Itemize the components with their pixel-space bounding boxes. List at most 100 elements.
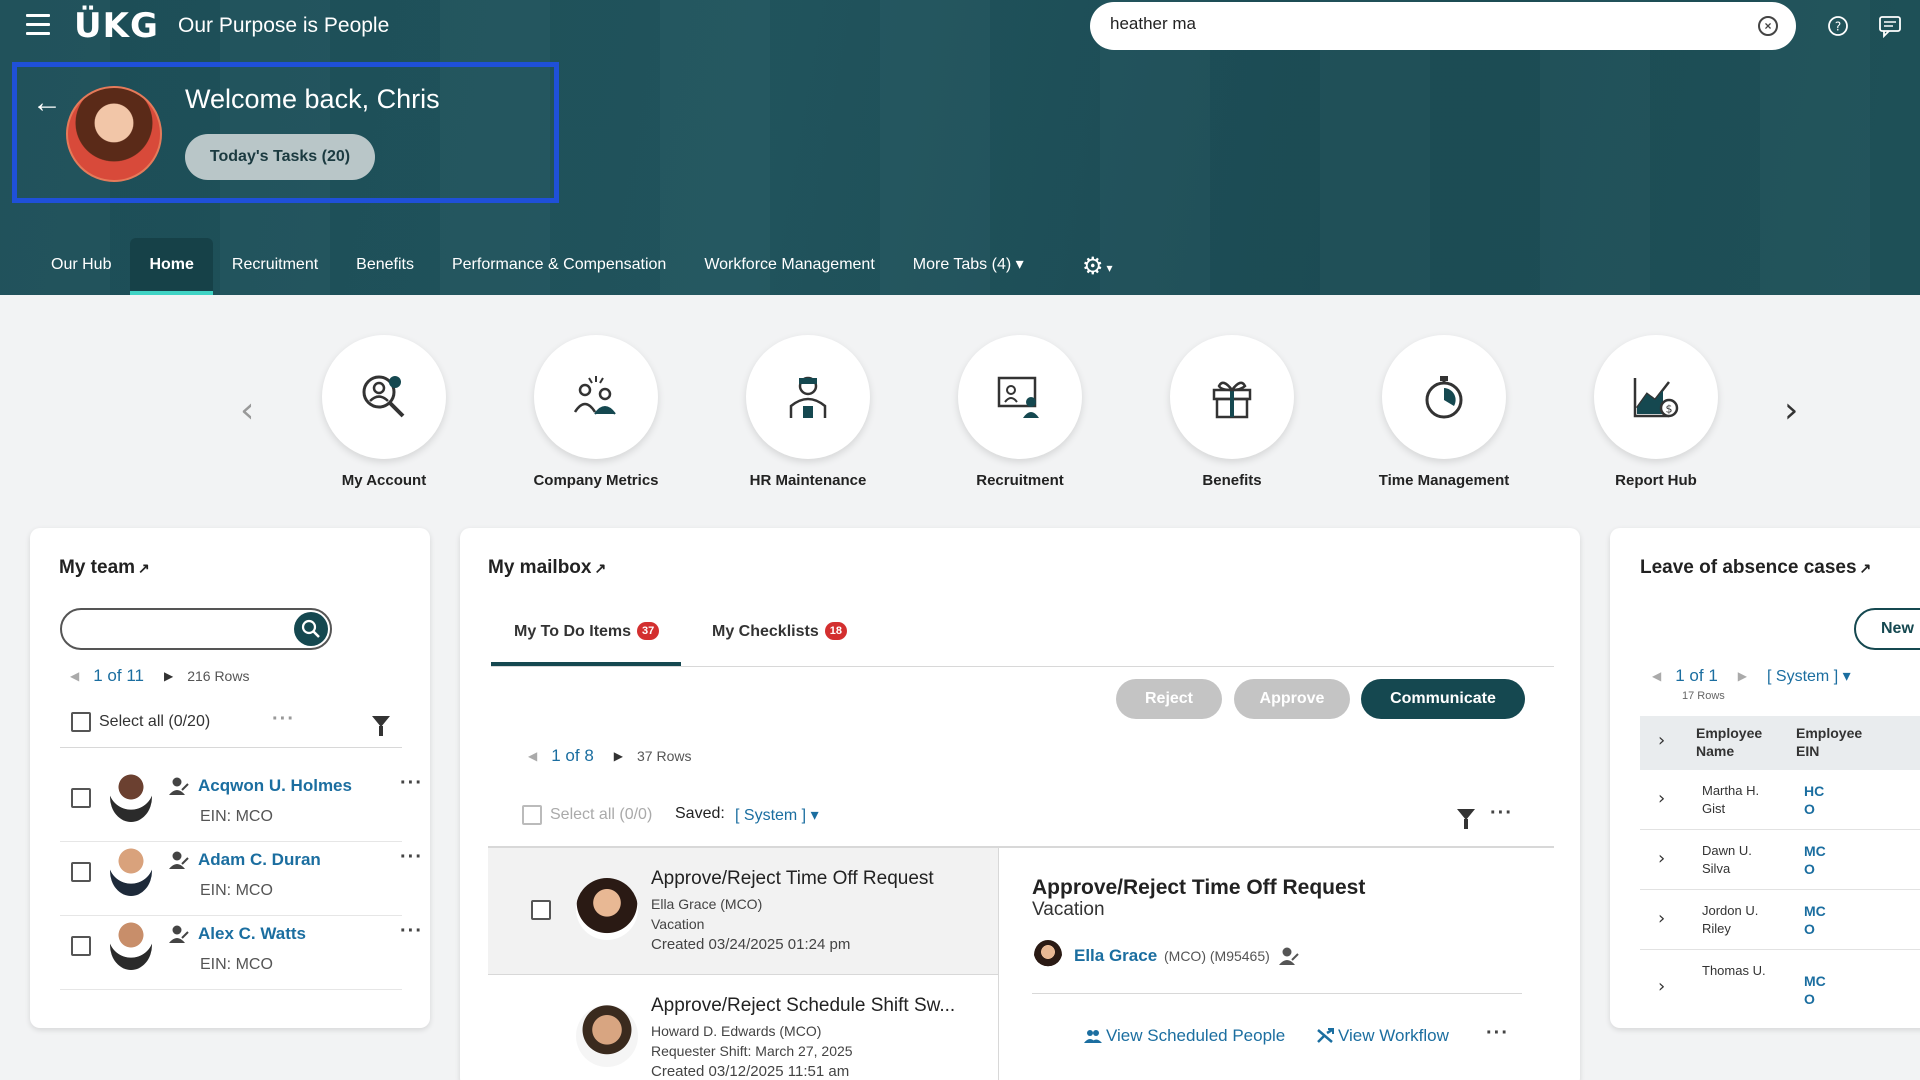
clear-search-icon[interactable]: × — [1758, 16, 1778, 36]
team-page-indicator[interactable]: 1 of 11 — [93, 666, 144, 686]
leave-page-indicator[interactable]: 1 of 1 — [1675, 666, 1718, 686]
back-arrow-icon[interactable]: ← — [32, 86, 62, 120]
tab-more-tabs[interactable]: More Tabs (4) ▾ — [894, 238, 1043, 295]
item-shift: Requester Shift: March 27, 2025 — [651, 1043, 853, 1059]
chat-icon[interactable] — [1878, 14, 1904, 43]
new-case-button[interactable]: New — [1854, 608, 1920, 650]
tab-workforce-management[interactable]: Workforce Management — [685, 238, 893, 295]
expand-row-icon[interactable]: › — [1658, 976, 1665, 997]
row-checkbox[interactable] — [71, 862, 91, 882]
row-employee-ein[interactable]: HC O — [1804, 782, 1830, 818]
hr-maintenance-icon — [781, 370, 835, 424]
next-page-icon[interactable]: ▶ — [614, 749, 623, 763]
quick-link-company-metrics[interactable]: Company Metrics — [534, 335, 658, 489]
row-employee-ein[interactable]: MC O — [1804, 902, 1830, 938]
tab-my-checklists[interactable]: My Checklists18 — [712, 622, 847, 641]
row-employee-name: Thomas U. — [1702, 962, 1772, 980]
item-title: Approve/Reject Schedule Shift Sw... — [651, 995, 955, 1017]
quick-link-my-account[interactable]: My Account — [322, 335, 446, 489]
tab-benefits[interactable]: Benefits — [337, 238, 433, 295]
settings-gear-icon[interactable]: ⚙▾ — [1082, 252, 1113, 281]
person-profile-icon[interactable] — [168, 924, 190, 944]
todays-tasks-button[interactable]: Today's Tasks (20) — [185, 134, 375, 180]
mailbox-item[interactable]: Approve/Reject Schedule Shift Sw... Howa… — [488, 975, 998, 1080]
member-more-icon[interactable]: ··· — [400, 772, 423, 795]
person-profile-icon[interactable] — [168, 776, 190, 796]
quick-link-report-hub[interactable]: $ Report Hub — [1594, 335, 1718, 489]
expand-row-icon[interactable]: › — [1658, 788, 1665, 809]
team-search-field[interactable] — [60, 608, 332, 650]
tab-our-hub[interactable]: Our Hub — [32, 238, 130, 295]
person-profile-icon[interactable] — [1278, 946, 1300, 966]
row-checkbox[interactable] — [71, 936, 91, 956]
quick-link-label: HR Maintenance — [716, 472, 900, 489]
hamburger-menu-icon[interactable] — [26, 14, 50, 36]
quick-link-time-management[interactable]: Time Management — [1382, 335, 1506, 489]
member-more-icon[interactable]: ··· — [400, 920, 423, 943]
mailbox-more-actions-icon[interactable]: ··· — [1490, 802, 1513, 825]
quick-links-prev-icon[interactable]: ‹ — [240, 390, 254, 431]
team-filter-icon[interactable] — [372, 716, 390, 727]
mailbox-filter-icon[interactable] — [1457, 809, 1475, 820]
quick-link-recruitment[interactable]: Recruitment — [958, 335, 1082, 489]
expand-row-icon[interactable]: › — [1658, 848, 1665, 869]
row-checkbox[interactable] — [531, 900, 551, 920]
col-employee-name[interactable]: Employee Name — [1696, 724, 1766, 760]
tab-recruitment[interactable]: Recruitment — [213, 238, 337, 295]
tab-performance-compensation[interactable]: Performance & Compensation — [433, 238, 685, 295]
my-team-title[interactable]: My team↗ — [59, 557, 150, 579]
row-employee-ein[interactable]: MC O — [1804, 972, 1830, 1008]
prev-page-icon[interactable]: ◀ — [70, 669, 79, 683]
my-mailbox-title[interactable]: My mailbox↗ — [488, 557, 606, 579]
leave-table-row[interactable]: › Martha H. Gist HC O — [1640, 770, 1920, 830]
next-page-icon[interactable]: ▶ — [1738, 669, 1747, 683]
member-more-icon[interactable]: ··· — [400, 846, 423, 869]
detail-person-name[interactable]: Ella Grace — [1074, 946, 1157, 966]
member-name[interactable]: Acqwon U. Holmes — [198, 776, 352, 796]
saved-view-dropdown[interactable]: [ System ] ▾ — [735, 805, 819, 825]
mailbox-item-selected[interactable]: Approve/Reject Time Off Request Ella Gra… — [488, 848, 998, 974]
next-page-icon[interactable]: ▶ — [164, 669, 173, 683]
search-input[interactable] — [1110, 14, 1730, 34]
member-name[interactable]: Alex C. Watts — [198, 924, 306, 944]
approve-button[interactable]: Approve — [1234, 679, 1350, 719]
communicate-button[interactable]: Communicate — [1361, 679, 1525, 719]
tab-my-to-do-items[interactable]: My To Do Items37 — [514, 622, 659, 641]
mailbox-select-all[interactable]: Select all (0/0) — [522, 805, 652, 825]
leave-table-row[interactable]: › Dawn U. Silva MC O — [1640, 830, 1920, 890]
leave-table-header: › Employee Name Employee EIN — [1640, 716, 1920, 770]
reject-button[interactable]: Reject — [1116, 679, 1222, 719]
quick-link-hr-maintenance[interactable]: HR Maintenance — [746, 335, 870, 489]
row-checkbox[interactable] — [71, 788, 91, 808]
col-employee-ein[interactable]: Employee EIN — [1796, 724, 1866, 760]
user-avatar[interactable] — [66, 86, 162, 182]
mailbox-page-indicator[interactable]: 1 of 8 — [551, 746, 594, 766]
view-scheduled-people-link[interactable]: View Scheduled People — [1084, 1026, 1285, 1046]
help-icon[interactable]: ? — [1826, 14, 1850, 43]
quick-link-benefits[interactable]: Benefits — [1170, 335, 1294, 489]
view-workflow-link[interactable]: View Workflow — [1316, 1026, 1449, 1046]
workflow-icon — [1316, 1028, 1334, 1044]
member-name[interactable]: Adam C. Duran — [198, 850, 321, 870]
leave-table-row[interactable]: › Thomas U. MC O — [1640, 950, 1920, 1010]
row-employee-ein[interactable]: MC O — [1804, 842, 1830, 878]
leave-title[interactable]: Leave of absence cases↗ — [1640, 557, 1871, 579]
global-search[interactable]: × — [1090, 2, 1796, 50]
quick-links-next-icon[interactable]: › — [1784, 390, 1798, 431]
svg-text:$: $ — [1666, 403, 1673, 416]
expand-all-icon[interactable]: › — [1658, 730, 1665, 751]
team-select-all[interactable]: Select all (0/20) — [71, 712, 210, 732]
person-profile-icon[interactable] — [168, 850, 190, 870]
prev-page-icon[interactable]: ◀ — [528, 749, 537, 763]
team-more-actions-icon[interactable]: ··· — [272, 708, 295, 731]
expand-row-icon[interactable]: › — [1658, 908, 1665, 929]
leave-table-row[interactable]: › Jordon U. Riley MC O — [1640, 890, 1920, 950]
search-icon[interactable] — [294, 612, 328, 646]
prev-page-icon[interactable]: ◀ — [1652, 669, 1661, 683]
leave-system-dropdown[interactable]: [ System ] ▾ — [1767, 666, 1851, 686]
detail-more-actions-icon[interactable]: ··· — [1486, 1022, 1509, 1045]
tagline: Our Purpose is People — [178, 14, 389, 38]
team-member-row: Acqwon U. Holmes EIN: MCO ··· — [60, 768, 402, 842]
tab-home[interactable]: Home — [130, 238, 212, 295]
member-photo — [110, 846, 152, 896]
